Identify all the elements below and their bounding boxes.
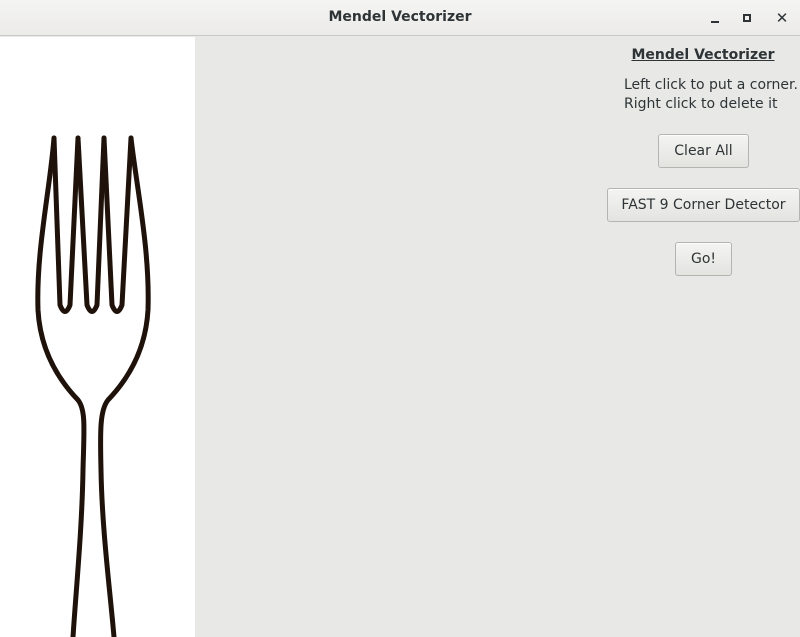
close-icon: ✕	[775, 9, 789, 27]
panel-title: Mendel Vectorizer	[631, 47, 775, 63]
instruction-right-click: Right click to delete it	[624, 96, 778, 112]
close-button[interactable]: ✕	[770, 6, 794, 30]
control-panel: Mendel Vectorizer Left click to put a co…	[195, 37, 800, 637]
app-window: Mendel Vectorizer ✕ Mendel Vectorizer Le…	[0, 0, 800, 637]
fast9-corner-detector-button[interactable]: FAST 9 Corner Detector	[607, 188, 800, 222]
window-title: Mendel Vectorizer	[328, 9, 472, 25]
title-bar[interactable]: Mendel Vectorizer ✕	[0, 0, 800, 36]
image-canvas[interactable]	[0, 37, 195, 637]
clear-all-button[interactable]: Clear All	[658, 134, 749, 168]
maximize-icon	[743, 14, 751, 22]
instruction-left-click: Left click to put a corner.	[624, 77, 798, 93]
maximize-button[interactable]	[735, 6, 759, 30]
minimize-icon	[711, 21, 719, 23]
fork-icon	[35, 135, 151, 637]
minimize-button[interactable]	[703, 6, 727, 30]
go-button[interactable]: Go!	[675, 242, 732, 276]
